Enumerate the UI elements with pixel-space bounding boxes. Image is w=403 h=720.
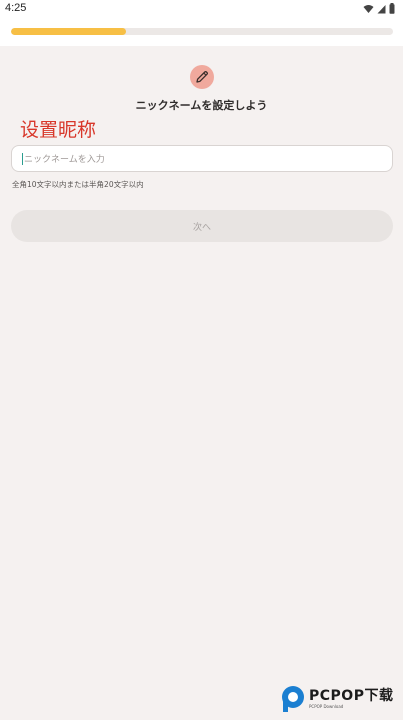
watermark-sub: PCPOP Download	[309, 704, 344, 709]
progress-fill	[11, 28, 126, 35]
next-button[interactable]: 次へ	[11, 210, 393, 242]
nickname-input-placeholder: ニックネームを入力	[24, 155, 105, 165]
status-time: 4:25	[5, 2, 27, 14]
text-caret	[22, 152, 23, 165]
progress-area	[0, 18, 403, 46]
signal-icon	[377, 4, 386, 13]
screen: 4:25 ニックネームを設定しよう 设置昵称 ニックネームを入力 全角10文字以…	[0, 0, 403, 720]
overlay-caption: 设置昵称	[20, 119, 97, 141]
status-bar: 4:25	[0, 0, 403, 18]
status-icons	[363, 3, 395, 14]
pcpop-logo-icon	[282, 686, 304, 712]
battery-icon	[389, 3, 395, 14]
nickname-input[interactable]: ニックネームを入力	[11, 145, 393, 172]
watermark-text: PCPOP下载 PCPOP Download	[309, 689, 393, 709]
watermark-name: PCPOP下载	[309, 688, 394, 704]
watermark-logo: PCPOP下载 PCPOP Download	[280, 684, 400, 714]
page-title: ニックネームを設定しよう	[135, 99, 268, 112]
wifi-icon	[363, 4, 374, 13]
progress-bar	[11, 28, 393, 35]
pencil-icon	[190, 65, 214, 89]
input-hint: 全角10文字以内または半角20文字以内	[12, 180, 144, 189]
